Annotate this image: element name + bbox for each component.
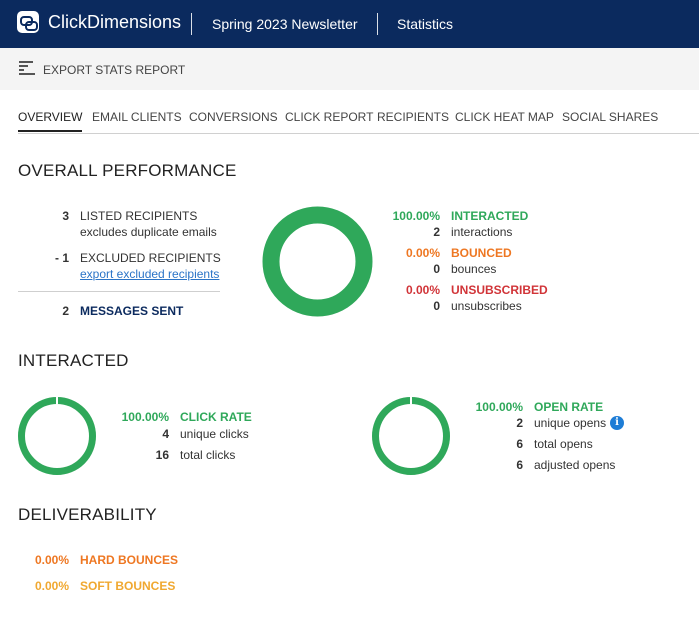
unsubscribes-label: unsubscribes (451, 299, 522, 313)
breadcrumb-statistics[interactable]: Statistics (397, 16, 453, 32)
breadcrumb-newsletter[interactable]: Spring 2023 Newsletter (212, 16, 358, 32)
report-icon[interactable] (19, 60, 35, 76)
header-separator (191, 13, 192, 35)
messages-sent-label: MESSAGES SENT (80, 304, 184, 318)
bounces-label: bounces (451, 262, 497, 276)
listed-recipients-note: excludes duplicate emails (80, 225, 217, 239)
interactions-count: 2 (433, 225, 440, 239)
deliverability-title: DELIVERABILITY (18, 505, 157, 524)
click-rate-ring (18, 396, 96, 475)
adjusted-opens-count: 6 (516, 458, 523, 472)
clickdimensions-logo-icon (17, 11, 39, 33)
tab-email-clients[interactable]: EMAIL CLIENTS (92, 110, 182, 130)
unique-opens-label: unique opens (534, 416, 607, 430)
interacted-percent: 100.00% (392, 209, 440, 223)
overall-interaction-ring (262, 206, 373, 317)
tab-overview[interactable]: OVERVIEW (18, 110, 83, 132)
open-rate-ring (372, 396, 450, 475)
unsubscribed-label: UNSUBSCRIBED (451, 283, 548, 297)
command-bar: EXPORT STATS REPORT (0, 48, 699, 90)
header-separator (377, 13, 378, 35)
export-stats-report-button[interactable]: EXPORT STATS REPORT (43, 63, 185, 77)
tab-conversions[interactable]: CONVERSIONS (189, 110, 278, 130)
stats-tabs: OVERVIEW EMAIL CLIENTS CONVERSIONS CLICK… (18, 110, 699, 134)
tab-recipients[interactable]: RECIPIENTS (377, 110, 449, 130)
hard-bounces-percent: 0.00% (34, 553, 69, 567)
listed-recipients-count: 3 (62, 209, 69, 223)
bounces-count: 0 (433, 262, 440, 276)
divider (18, 291, 220, 292)
listed-recipients-label: LISTED RECIPIENTS (80, 209, 198, 223)
tab-social-shares[interactable]: SOCIAL SHARES (562, 110, 658, 130)
messages-sent-count: 2 (62, 304, 69, 318)
soft-bounces-label: SOFT BOUNCES (80, 579, 176, 593)
interactions-label: interactions (451, 225, 513, 239)
ring-fill-click-rate (18, 397, 96, 475)
open-rate-percent: 100.00% (475, 400, 523, 414)
bounced-percent: 0.00% (405, 246, 440, 260)
unique-clicks-count: 4 (162, 427, 169, 441)
ring-fill-interacted (262, 206, 373, 317)
click-rate-label: CLICK RATE (180, 410, 252, 424)
click-rate-percent: 100.00% (121, 410, 169, 424)
brand[interactable]: ClickDimensions (17, 11, 181, 33)
overall-performance-title: OVERALL PERFORMANCE (18, 161, 237, 180)
ring-fill-open-rate (372, 397, 450, 475)
total-opens-label: total opens (534, 437, 593, 451)
unique-opens-count: 2 (516, 416, 523, 430)
bounced-label: BOUNCED (451, 246, 512, 260)
unique-clicks-label: unique clicks (180, 427, 249, 441)
adjusted-opens-label: adjusted opens (534, 458, 616, 472)
soft-bounces-percent: 0.00% (34, 579, 69, 593)
excluded-recipients-count: - 1 (54, 251, 69, 265)
tab-click-report[interactable]: CLICK REPORT (285, 110, 373, 130)
total-opens-count: 6 (516, 437, 523, 451)
total-clicks-count: 16 (155, 448, 169, 462)
hard-bounces-label: HARD BOUNCES (80, 553, 179, 567)
app-name: ClickDimensions (48, 11, 182, 32)
total-clicks-label: total clicks (180, 448, 236, 462)
top-navigation-bar: ClickDimensions Spring 2023 Newsletter S… (0, 0, 699, 48)
info-icon[interactable]: i (610, 416, 624, 430)
excluded-recipients-label: EXCLUDED RECIPIENTS (80, 251, 221, 265)
interacted-title: INTERACTED (18, 351, 129, 370)
tab-click-heat-map[interactable]: CLICK HEAT MAP (455, 110, 554, 130)
open-rate-label: OPEN RATE (534, 400, 604, 414)
interacted-label: INTERACTED (451, 209, 529, 223)
export-excluded-recipients-link[interactable]: export excluded recipients (80, 267, 219, 281)
unsubscribed-percent: 0.00% (405, 283, 440, 297)
unsubscribes-count: 0 (433, 299, 440, 313)
